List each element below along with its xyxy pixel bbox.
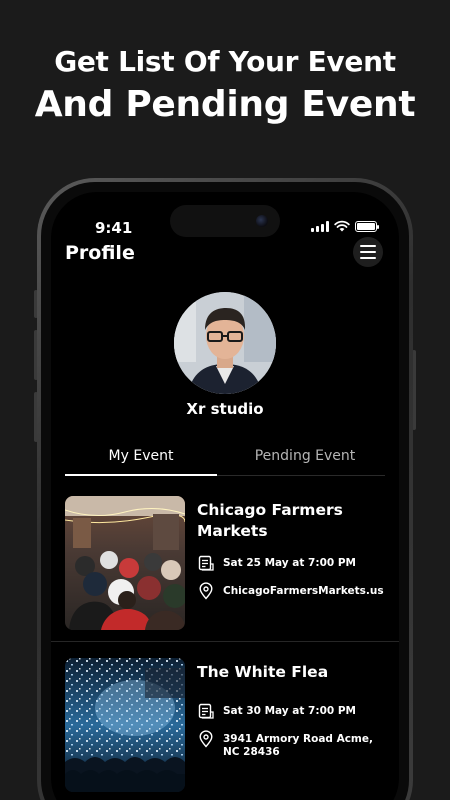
tab-my-event[interactable]: My Event xyxy=(65,440,217,476)
headline-line-2: And Pending Event xyxy=(34,84,416,125)
headline-line-1: Get List Of Your Event xyxy=(54,45,396,78)
phone-frame: 9:41 Profile Xr studio My Event Pending … xyxy=(37,178,413,800)
status-time: 9:41 xyxy=(95,219,133,237)
tab-pending-event[interactable]: Pending Event xyxy=(229,440,381,476)
promo-headline: Get List Of Your Event And Pending Event xyxy=(0,42,450,128)
event-location: ChicagoFarmersMarkets.us xyxy=(223,585,384,597)
status-icons xyxy=(311,220,379,232)
event-title: The White Flea xyxy=(197,663,329,681)
event-location-row: ChicagoFarmersMarkets.us xyxy=(197,582,387,600)
location-pin-icon xyxy=(199,582,213,600)
event-image xyxy=(65,496,185,630)
wifi-icon xyxy=(334,220,350,232)
event-datetime: Sat 30 May at 7:00 PM xyxy=(223,705,356,717)
event-title: Chicago Farmers Markets xyxy=(197,501,343,540)
calendar-note-icon xyxy=(198,703,214,719)
event-location: 3941 Armory Road Acme, NC 28436 xyxy=(223,733,373,758)
avatar[interactable] xyxy=(174,292,276,394)
event-datetime-row: Sat 30 May at 7:00 PM xyxy=(197,702,387,720)
event-location-row: 3941 Armory Road Acme, NC 28436 xyxy=(197,730,387,759)
profile-photo xyxy=(174,292,276,394)
calendar-note-icon xyxy=(198,555,214,571)
event-image xyxy=(65,658,185,792)
profile-name: Xr studio xyxy=(186,400,264,418)
signal-icon xyxy=(311,221,329,232)
page-title: Profile xyxy=(65,242,135,264)
event-datetime: Sat 25 May at 7:00 PM xyxy=(223,557,356,569)
phone-screen: 9:41 Profile Xr studio My Event Pending … xyxy=(51,192,399,800)
hamburger-icon xyxy=(360,245,376,247)
phone-bezel: 9:41 Profile Xr studio My Event Pending … xyxy=(41,182,409,800)
event-tabs: My Event Pending Event xyxy=(65,440,385,476)
event-card[interactable]: The White Flea Sat 30 May at 7:00 PM 394… xyxy=(51,644,399,800)
front-camera xyxy=(256,215,268,227)
event-card[interactable]: Chicago Farmers Markets Sat 25 May at 7:… xyxy=(51,482,399,642)
location-pin-icon xyxy=(199,730,213,748)
battery-icon xyxy=(355,221,379,232)
dynamic-island xyxy=(170,205,280,237)
menu-button[interactable] xyxy=(353,237,383,267)
event-datetime-row: Sat 25 May at 7:00 PM xyxy=(197,554,387,572)
